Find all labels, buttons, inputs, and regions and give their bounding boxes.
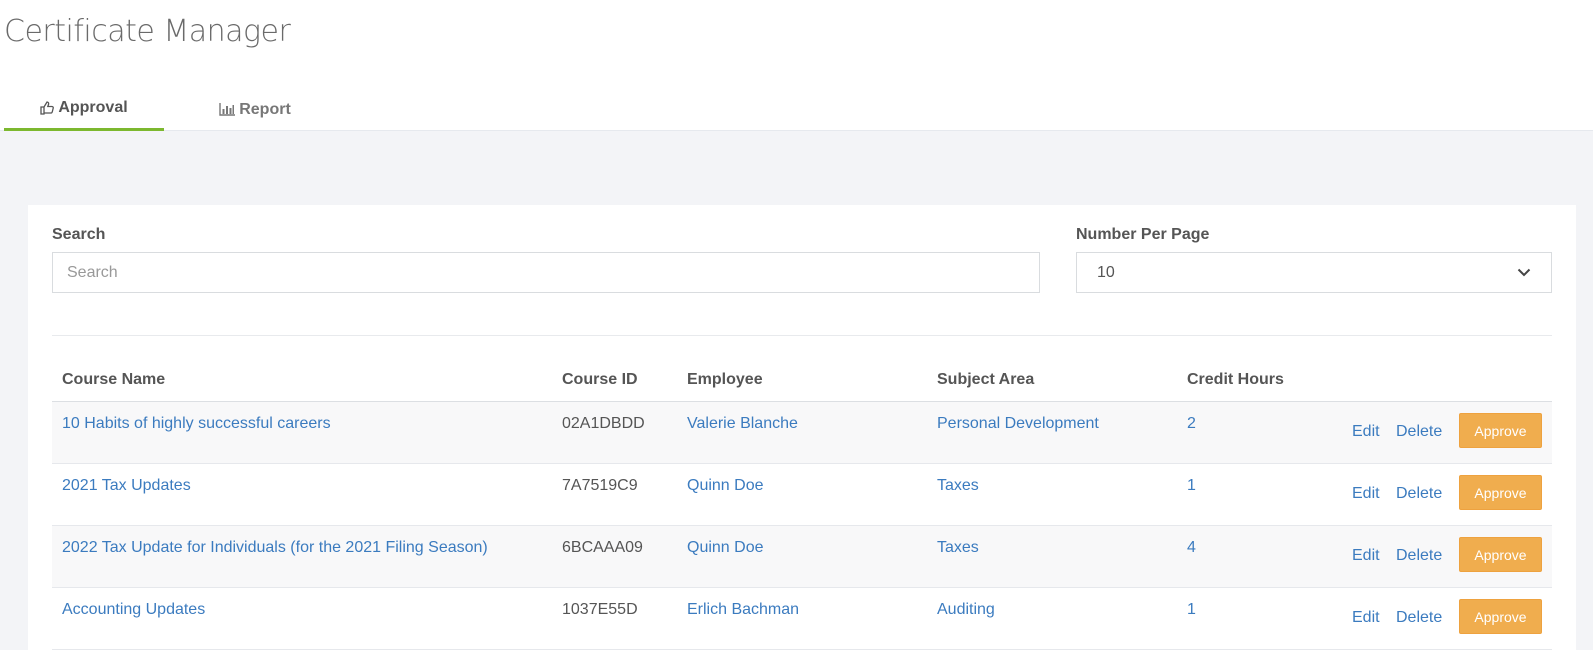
number-per-page-label: Number Per Page [1076,226,1210,243]
column-header-employee[interactable]: Employee [687,371,763,389]
delete-link[interactable]: Delete [1396,547,1442,565]
approve-button[interactable]: Approve [1459,599,1542,634]
divider [52,335,1552,336]
approve-button[interactable]: Approve [1459,537,1542,572]
edit-link[interactable]: Edit [1352,547,1380,565]
chevron-down-icon [1517,264,1531,282]
page-title: Certificate Manager [4,14,291,49]
credit-hours-link[interactable]: 2 [1187,415,1196,433]
course-name-link[interactable]: 2021 Tax Updates [62,477,191,495]
course-name-link[interactable]: 2022 Tax Update for Individuals (for the… [62,539,488,557]
delete-link[interactable]: Delete [1396,609,1442,627]
thumbs-up-icon [40,101,55,115]
tab-bar: Approval Report [0,88,1593,131]
table-row: 10 Habits of highly successful careers 0… [52,402,1552,464]
approve-button[interactable]: Approve [1459,413,1542,448]
search-input[interactable] [52,252,1040,293]
edit-link[interactable]: Edit [1352,609,1380,627]
subject-area-link[interactable]: Taxes [937,477,979,495]
subject-area-link[interactable]: Auditing [937,601,995,619]
column-header-credit-hours[interactable]: Credit Hours [1187,371,1284,389]
course-id: 7A7519C9 [562,477,638,494]
search-label: Search [52,226,106,243]
column-header-course-name[interactable]: Course Name [62,371,165,389]
tab-approval-label: Approval [58,99,128,116]
employee-link[interactable]: Erlich Bachman [687,601,799,619]
bar-chart-icon [219,103,236,116]
tab-report[interactable]: Report [200,88,310,131]
course-id: 6BCAAA09 [562,539,643,556]
delete-link[interactable]: Delete [1396,423,1442,441]
delete-link[interactable]: Delete [1396,485,1442,503]
credit-hours-link[interactable]: 1 [1187,601,1196,619]
number-per-page-select[interactable]: 10 [1076,252,1552,293]
column-header-course-id[interactable]: Course ID [562,371,638,389]
table-row: 2022 Tax Update for Individuals (for the… [52,526,1552,588]
number-per-page-value: 10 [1097,263,1115,281]
column-header-subject-area[interactable]: Subject Area [937,371,1034,389]
approve-button[interactable]: Approve [1459,475,1542,510]
credit-hours-link[interactable]: 4 [1187,539,1196,557]
course-id: 1037E55D [562,601,638,618]
credit-hours-link[interactable]: 1 [1187,477,1196,495]
course-name-link[interactable]: 10 Habits of highly successful careers [62,415,331,433]
subject-area-link[interactable]: Personal Development [937,415,1099,433]
table-row: 2021 Tax Updates 7A7519C9 Quinn Doe Taxe… [52,464,1552,526]
course-name-link[interactable]: Accounting Updates [62,601,205,619]
employee-link[interactable]: Valerie Blanche [687,415,798,433]
employee-link[interactable]: Quinn Doe [687,477,764,495]
tab-report-label: Report [239,100,291,118]
table-row: Accounting Updates 1037E55D Erlich Bachm… [52,588,1552,650]
edit-link[interactable]: Edit [1352,423,1380,441]
employee-link[interactable]: Quinn Doe [687,539,764,557]
tab-approval[interactable]: Approval [4,88,164,131]
course-id: 02A1DBDD [562,415,645,432]
edit-link[interactable]: Edit [1352,485,1380,503]
subject-area-link[interactable]: Taxes [937,539,979,557]
